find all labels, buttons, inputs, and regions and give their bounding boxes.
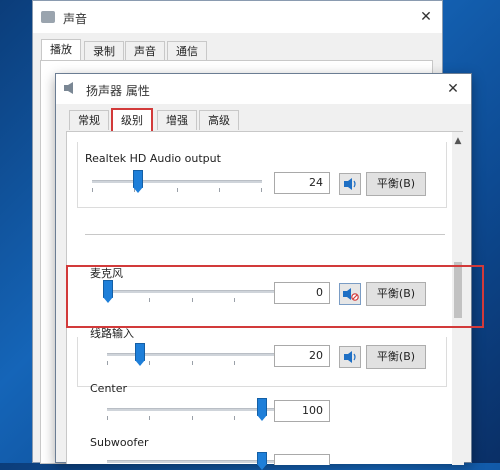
line-in-slider-thumb[interactable]	[135, 343, 145, 366]
speaker-icon	[344, 178, 356, 190]
tab-communications[interactable]: 通信	[167, 41, 207, 61]
speaker-properties-title: 扬声器 属性	[86, 84, 150, 98]
subwoofer-slider-thumb[interactable]	[257, 452, 267, 470]
speaker-icon	[344, 351, 356, 363]
close-icon[interactable]: ✕	[438, 74, 468, 104]
line-in-slider-ticks	[107, 361, 277, 365]
speaker-icon	[64, 82, 73, 94]
line-in-balance-button[interactable]: 平衡(B)	[366, 345, 426, 369]
center-slider-thumb[interactable]	[257, 398, 267, 421]
line-in-slider-track[interactable]	[107, 353, 277, 356]
divider	[85, 234, 445, 235]
scroll-up-icon[interactable]: ▲	[453, 136, 463, 146]
tab-enhancements[interactable]: 增强	[157, 110, 197, 130]
line-in-mute-button[interactable]	[339, 346, 361, 368]
output-label: Realtek HD Audio output	[85, 152, 221, 165]
speaker-icon	[41, 11, 55, 23]
center-value-field[interactable]: 100	[274, 400, 330, 422]
tab-playback[interactable]: 播放	[41, 39, 81, 61]
output-mute-button[interactable]	[339, 173, 361, 195]
output-balance-button[interactable]: 平衡(B)	[366, 172, 426, 196]
sound-window-titlebar: 声音 ✕	[33, 1, 442, 33]
tab-general[interactable]: 常规	[69, 110, 109, 130]
output-value-field[interactable]: 24	[274, 172, 330, 194]
microphone-highlight-box	[66, 265, 484, 328]
subwoofer-value-field[interactable]	[274, 454, 330, 465]
sound-window-title: 声音	[63, 12, 88, 26]
tab-advanced[interactable]: 高级	[199, 110, 239, 130]
output-slider-track[interactable]	[92, 180, 262, 183]
center-slider-track[interactable]	[107, 408, 277, 411]
output-slider-ticks	[92, 188, 262, 192]
output-slider-thumb[interactable]	[133, 170, 143, 193]
line-in-value-field[interactable]: 20	[274, 345, 330, 367]
center-slider-ticks	[107, 416, 277, 420]
center-label: Center	[90, 382, 128, 395]
close-icon[interactable]: ✕	[411, 2, 441, 32]
subwoofer-label: Subwoofer	[90, 436, 149, 449]
tab-recording[interactable]: 录制	[84, 41, 124, 61]
tab-sounds[interactable]: 声音	[125, 41, 165, 61]
speaker-properties-titlebar: 扬声器 属性 ✕	[56, 74, 471, 104]
